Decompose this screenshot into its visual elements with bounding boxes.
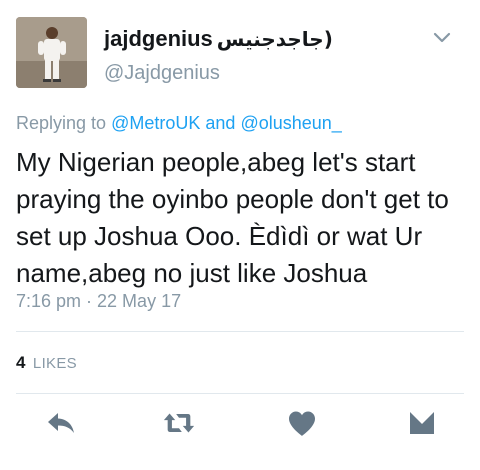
likes-count: 4 (16, 353, 26, 372)
mention-link-metrouk[interactable]: @MetroUK (111, 113, 200, 133)
user-avatar[interactable] (16, 17, 87, 88)
avatar-photo-icon (16, 17, 87, 88)
envelope-icon (410, 412, 434, 434)
author-name-row[interactable]: jajdgenius (جاجدجنيس (104, 26, 333, 52)
divider (16, 393, 464, 394)
reply-button[interactable] (44, 408, 78, 438)
likes-label: LIKES (32, 355, 77, 372)
likes-stat[interactable]: 4 LIKES (16, 353, 77, 373)
like-button[interactable] (285, 408, 319, 438)
display-name-arabic[interactable]: (جاجدجنيس (217, 27, 333, 51)
mention-and[interactable]: and (205, 113, 235, 133)
mention-link-olusheun[interactable]: @olusheun_ (240, 113, 341, 133)
direct-message-button[interactable] (405, 408, 439, 438)
replying-to-line: Replying to @MetroUK and @olusheun_ (16, 113, 342, 134)
chevron-down-icon[interactable] (432, 31, 452, 45)
retweet-button[interactable] (162, 408, 196, 438)
retweet-icon (163, 413, 195, 433)
replying-prefix: Replying to (16, 113, 107, 133)
heart-icon (289, 411, 315, 436)
divider (16, 331, 464, 332)
tweet-text: My Nigerian people,abeg let's start pray… (16, 147, 449, 288)
display-name[interactable]: jajdgenius (104, 26, 213, 52)
reply-icon (48, 413, 74, 433)
user-handle[interactable]: @Jajdgenius (104, 62, 220, 85)
tweet-timestamp[interactable]: 7:16 pm · 22 May 17 (16, 291, 181, 312)
